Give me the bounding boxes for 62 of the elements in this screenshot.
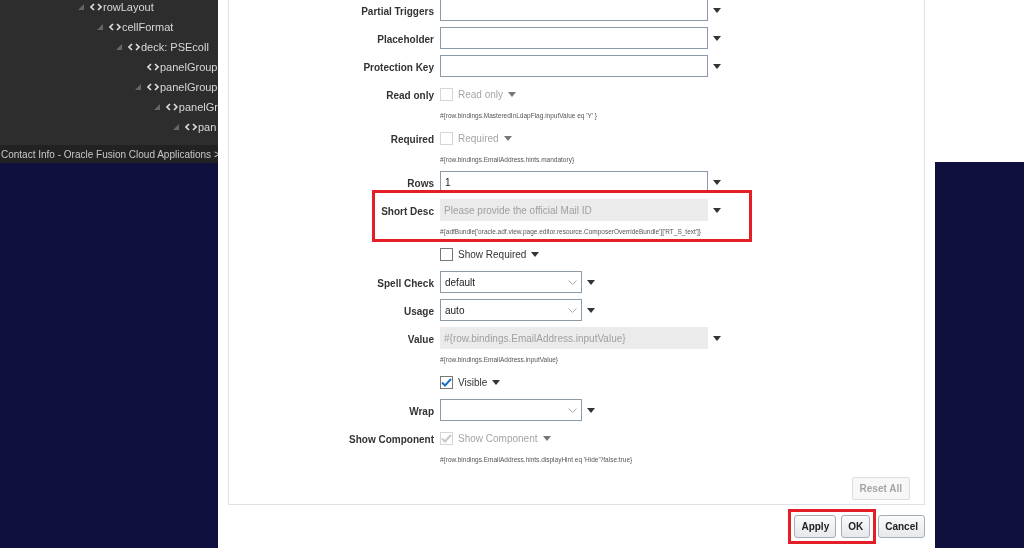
tree-item[interactable]: panelGroup xyxy=(160,78,218,96)
dialog-button[interactable]: Apply xyxy=(794,515,837,538)
text-field[interactable] xyxy=(440,0,708,21)
select-field[interactable]: auto xyxy=(440,299,582,321)
dropdown-arrow-icon[interactable] xyxy=(587,279,595,285)
expand-triangle-icon[interactable] xyxy=(97,24,103,30)
property-label: Usage xyxy=(404,306,434,317)
chevron-down-icon xyxy=(568,279,577,285)
property-label: Show Component xyxy=(349,434,434,445)
chevron-down-icon xyxy=(568,407,577,413)
checkbox-label: Required xyxy=(458,131,499,146)
tree-item[interactable]: deck: PSEcoll xyxy=(141,38,209,56)
chevron-down-icon xyxy=(568,307,577,313)
text-field[interactable] xyxy=(440,55,708,77)
property-label: Wrap xyxy=(409,406,434,417)
tree-item[interactable]: cellFormat xyxy=(122,18,174,36)
tree-item[interactable]: pan xyxy=(198,118,217,136)
tree-item[interactable]: panelGr xyxy=(178,98,218,116)
dropdown-arrow-icon[interactable] xyxy=(587,407,595,413)
tree-item[interactable]: panelGroup xyxy=(160,58,218,76)
text-field[interactable]: 1 xyxy=(440,171,708,193)
code-tag-icon xyxy=(165,103,178,111)
property-label: Short Desc xyxy=(381,206,434,217)
tree-item[interactable]: rowLayout xyxy=(103,0,154,16)
dialog-button[interactable]: OK xyxy=(841,515,871,538)
property-label: Rows xyxy=(407,178,434,189)
checkbox-label: Show Component xyxy=(458,431,538,446)
property-label: Spell Check xyxy=(377,278,434,289)
select-field[interactable]: default xyxy=(440,271,582,293)
select-field[interactable] xyxy=(440,399,582,421)
checkbox-label: Visible xyxy=(458,375,488,390)
code-tag-icon xyxy=(185,123,197,131)
dropdown-arrow-icon[interactable] xyxy=(587,307,595,313)
checkbox-label: Show Required xyxy=(458,247,527,262)
dropdown-arrow-icon[interactable] xyxy=(713,35,721,41)
code-tag-icon xyxy=(109,23,121,31)
dropdown-arrow-icon[interactable] xyxy=(713,179,721,185)
dialog-button[interactable]: Cancel xyxy=(878,515,925,538)
expand-triangle-icon[interactable] xyxy=(135,84,141,90)
dropdown-arrow-icon[interactable] xyxy=(713,7,721,13)
property-label: Required xyxy=(390,134,434,145)
dropdown-arrow-icon[interactable] xyxy=(713,63,721,69)
property-label: Read only xyxy=(386,90,434,101)
expand-triangle-icon[interactable] xyxy=(173,124,179,130)
expand-triangle-icon[interactable] xyxy=(116,44,122,50)
checkbox[interactable] xyxy=(440,375,453,389)
checkbox-label: Read only xyxy=(458,87,504,102)
dropdown-arrow-icon[interactable] xyxy=(713,207,721,213)
expand-triangle-icon[interactable] xyxy=(154,104,160,110)
code-tag-icon xyxy=(147,83,159,91)
property-label: Partial Triggers xyxy=(361,6,434,17)
code-tag-icon xyxy=(147,63,159,71)
text-field[interactable] xyxy=(440,27,708,49)
checkbox[interactable] xyxy=(440,247,453,261)
dropdown-arrow-icon[interactable] xyxy=(531,251,540,257)
code-tag-icon xyxy=(128,43,140,51)
code-tag-icon xyxy=(90,3,102,11)
property-label: Protection Key xyxy=(363,62,434,73)
property-label: Value xyxy=(407,334,434,345)
property-label: Placeholder xyxy=(377,34,434,45)
expand-triangle-icon[interactable] xyxy=(78,4,84,10)
dropdown-arrow-icon[interactable] xyxy=(492,379,501,385)
